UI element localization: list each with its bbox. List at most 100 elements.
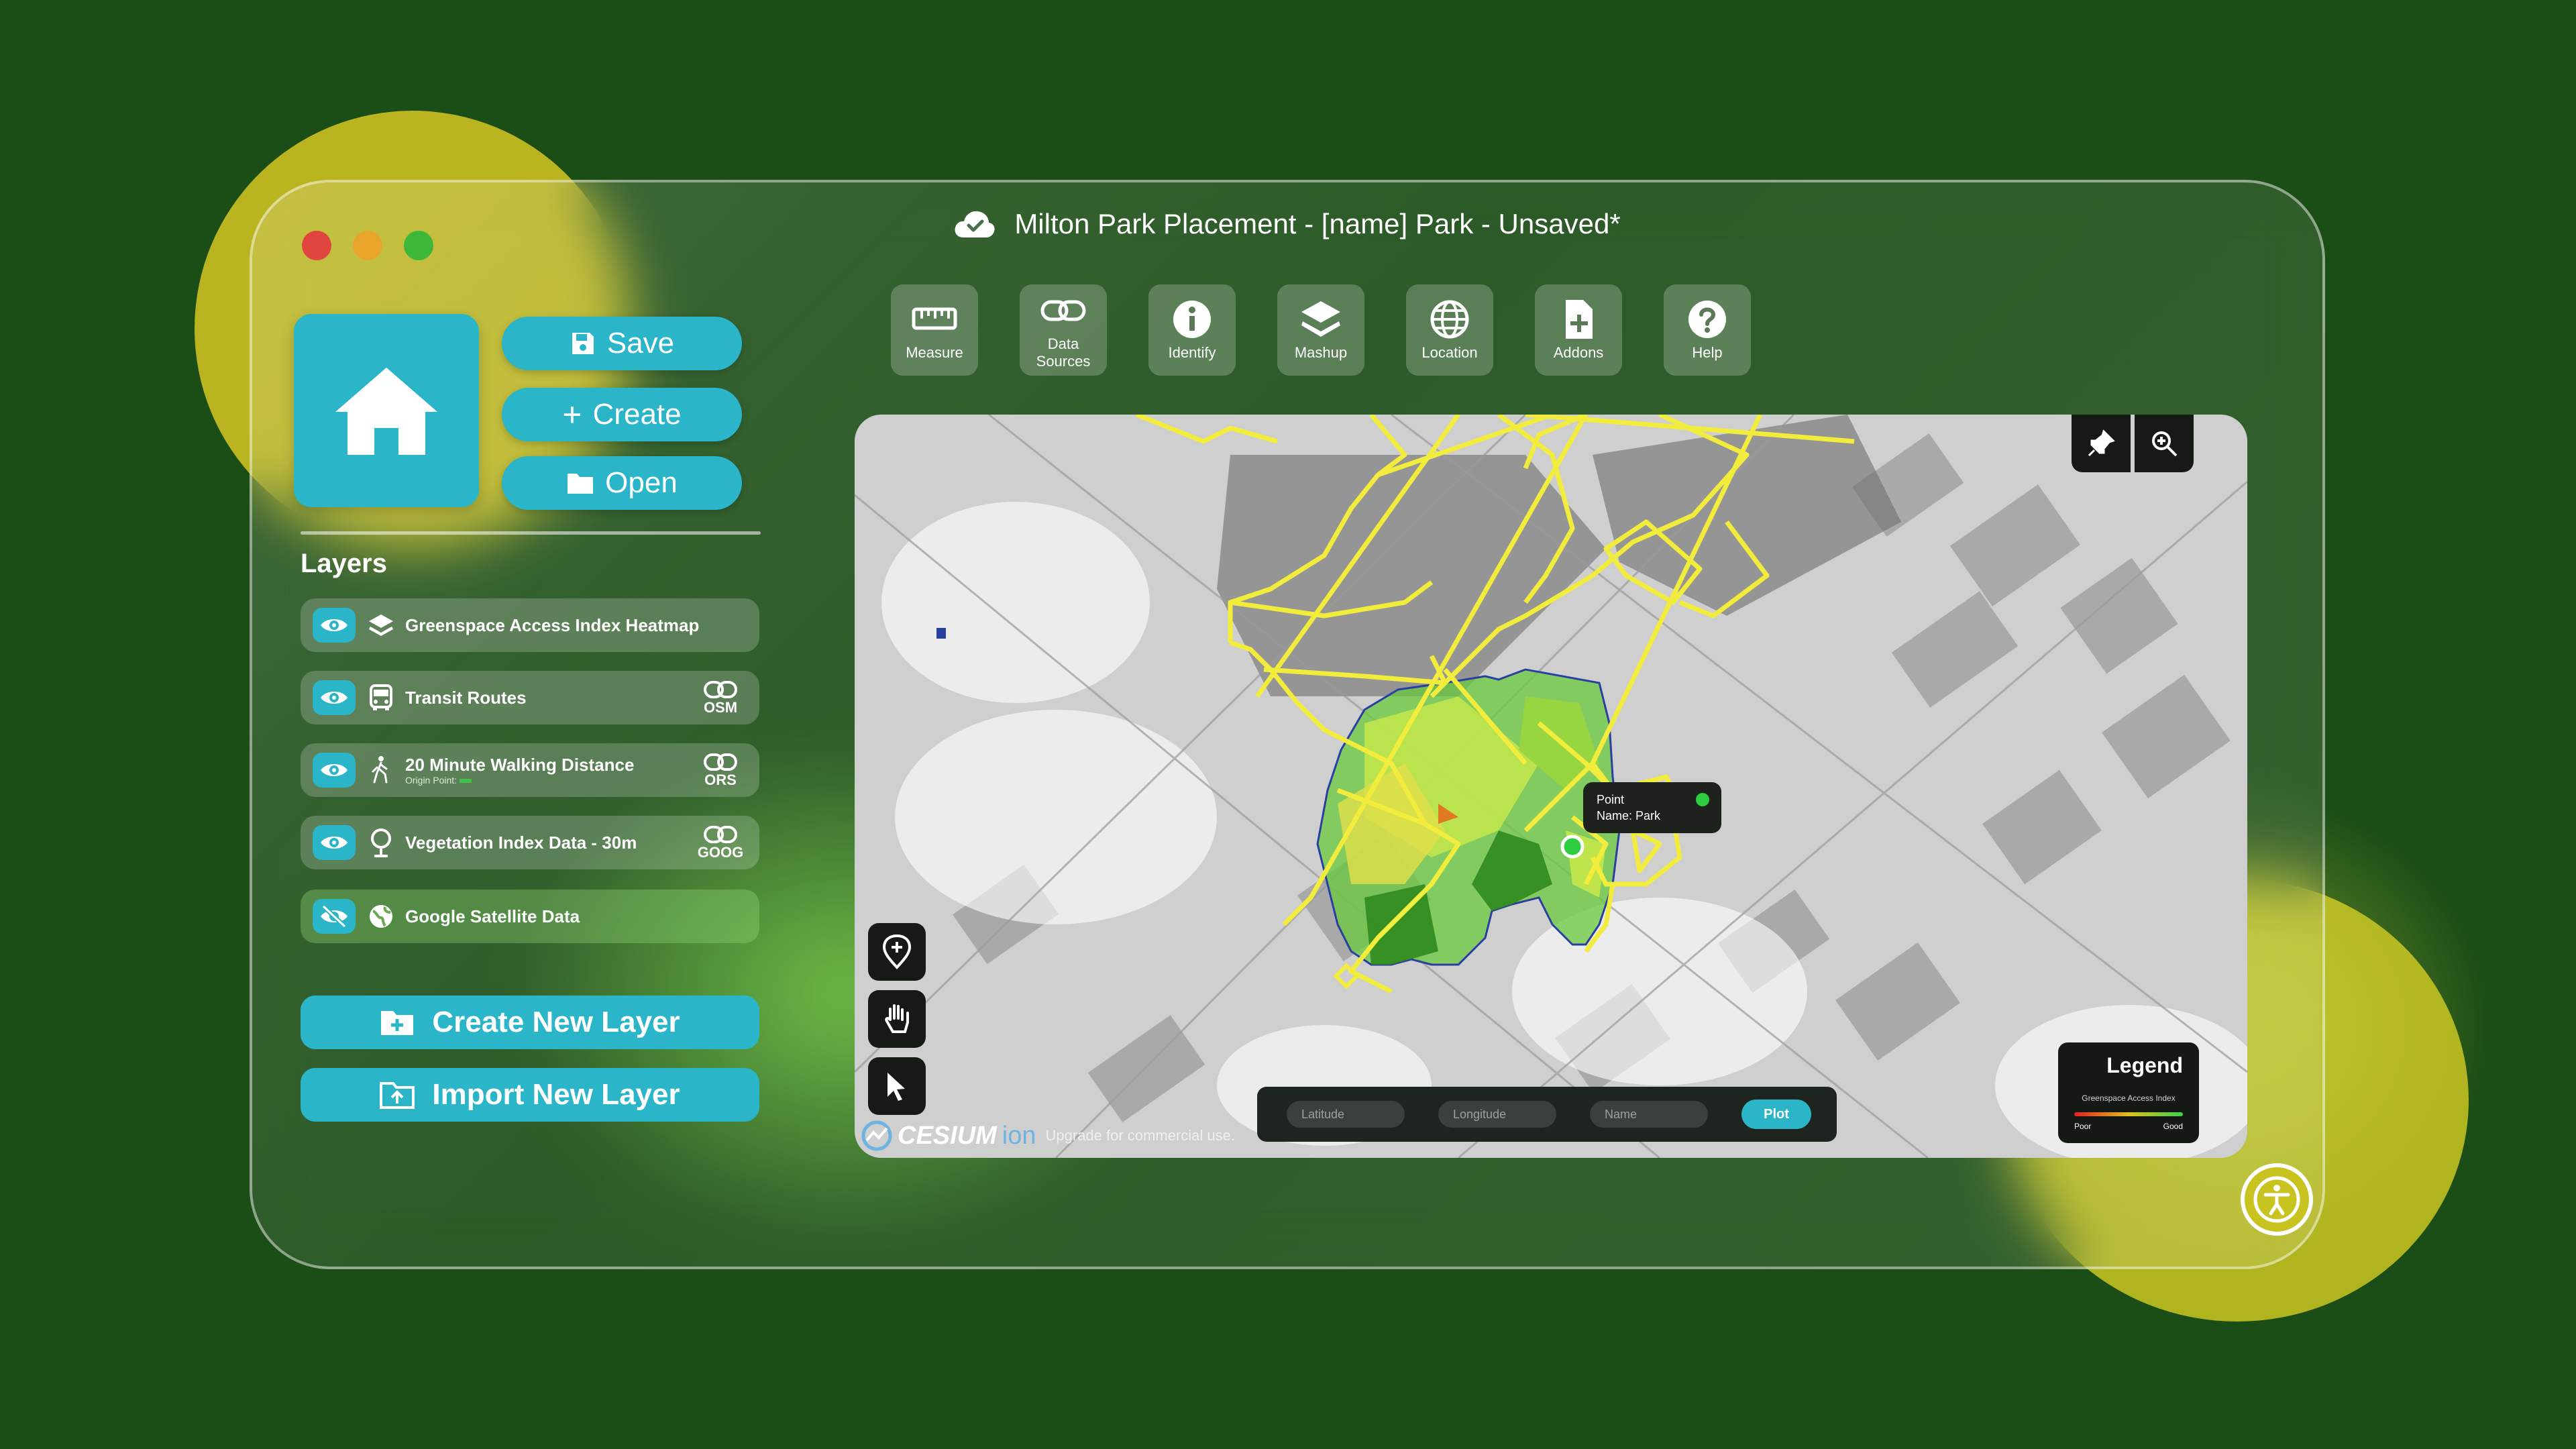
legend-subtitle: Greenspace Access Index: [2082, 1093, 2176, 1103]
point-tooltip: Point Name: Park: [1583, 782, 1721, 833]
visibility-toggle[interactable]: [313, 680, 356, 715]
eye-off-icon: [321, 905, 347, 928]
layer-item[interactable]: Vegetation Index Data - 30m GOOG: [301, 816, 759, 869]
legend-panel: Legend Greenspace Access Index Poor Good: [2058, 1042, 2199, 1143]
accessibility-icon: [2253, 1176, 2300, 1223]
open-label: Open: [605, 466, 678, 499]
attribution-note: Upgrade for commercial use.: [1045, 1127, 1235, 1144]
layer-item[interactable]: Google Satellite Data: [301, 890, 759, 943]
visibility-toggle[interactable]: [313, 899, 356, 934]
eye-icon: [321, 764, 347, 776]
create-button[interactable]: + Create: [502, 388, 742, 441]
hand-icon: [885, 1004, 909, 1033]
import-new-layer-button[interactable]: Import New Layer: [301, 1068, 759, 1122]
walk-icon: [366, 755, 396, 785]
longitude-input[interactable]: Longitude: [1438, 1101, 1556, 1128]
home-button[interactable]: [294, 314, 479, 507]
folder-icon: [568, 474, 594, 494]
pan-tool-button[interactable]: [868, 990, 926, 1048]
layer-label: Greenspace Access Index Heatmap: [405, 615, 700, 635]
source-label: GOOG: [697, 844, 744, 861]
link-icon: [704, 753, 737, 771]
layer-sublabel: Origin Point:: [405, 775, 634, 786]
tool-measure-label: Measure: [906, 344, 963, 361]
source-label: ORS: [704, 771, 737, 788]
tool-data-sources-label-line1: Data: [1047, 335, 1079, 352]
legend-low-label: Poor: [2074, 1122, 2092, 1131]
plot-button[interactable]: Plot: [1741, 1099, 1811, 1129]
eye-icon: [321, 692, 347, 704]
eye-icon: [321, 837, 347, 849]
tool-measure[interactable]: Measure: [891, 284, 978, 376]
source-badge[interactable]: GOOG: [697, 822, 744, 864]
tool-data-sources[interactable]: Data Sources: [1020, 284, 1107, 376]
tool-help-label: Help: [1692, 344, 1723, 361]
name-input[interactable]: Name: [1590, 1101, 1708, 1128]
help-icon: [1688, 301, 1726, 338]
layer-label: 20 Minute Walking Distance: [405, 755, 635, 775]
create-label: Create: [592, 398, 682, 431]
layers-heading: Layers: [301, 549, 387, 578]
layers-icon: [1301, 301, 1340, 337]
create-new-layer-button[interactable]: Create New Layer: [301, 996, 759, 1049]
visibility-toggle[interactable]: [313, 608, 356, 643]
map-attribution[interactable]: CESIUM ion Upgrade for commercial use.: [861, 1120, 1235, 1151]
tool-identify-label: Identify: [1168, 344, 1216, 361]
source-label: OSM: [703, 699, 738, 716]
layer-item[interactable]: Greenspace Access Index Heatmap: [301, 598, 759, 652]
cesium-logo-icon: [861, 1120, 892, 1151]
eye-icon: [321, 619, 347, 631]
file-plus-icon: [1566, 300, 1593, 339]
link-icon: [704, 826, 737, 843]
origin-point-swatch: [459, 779, 472, 784]
source-badge[interactable]: ORS: [699, 750, 742, 792]
tree-icon: [366, 828, 396, 857]
pin-button[interactable]: [2072, 415, 2131, 472]
save-icon: [572, 333, 594, 354]
add-location-button[interactable]: [868, 923, 926, 981]
source-badge[interactable]: OSM: [699, 678, 742, 719]
folder-plus-icon: [381, 1011, 414, 1035]
tool-identify[interactable]: Identify: [1148, 284, 1236, 376]
app-window: Milton Park Placement - [name] Park - Un…: [250, 180, 2325, 1269]
plus-icon: +: [562, 396, 582, 433]
cursor-icon: [888, 1073, 905, 1101]
tool-data-sources-label-line2: Sources: [1036, 353, 1091, 370]
layer-label: Transit Routes: [405, 688, 527, 708]
select-tool-button[interactable]: [868, 1057, 926, 1115]
tool-help[interactable]: Help: [1664, 284, 1751, 376]
latitude-input[interactable]: Latitude: [1287, 1101, 1405, 1128]
layer-label: Google Satellite Data: [405, 906, 580, 926]
attribution-brand: CESIUM: [898, 1121, 997, 1150]
link-icon: [704, 681, 737, 698]
visibility-toggle[interactable]: [313, 753, 356, 788]
accessibility-button[interactable]: [2241, 1163, 2313, 1236]
tool-location[interactable]: Location: [1406, 284, 1493, 376]
divider: [301, 531, 761, 535]
zoom-in-button[interactable]: [2135, 415, 2194, 472]
window-title: Milton Park Placement - [name] Park - Un…: [1014, 208, 1621, 239]
globe-icon: [366, 902, 396, 931]
open-button[interactable]: Open: [502, 456, 742, 510]
home-icon: [335, 368, 437, 455]
layer-label-group: 20 Minute Walking Distance Origin Point:: [405, 755, 634, 786]
tool-addons[interactable]: Addons: [1535, 284, 1622, 376]
origin-point-label: Origin Point:: [405, 775, 458, 786]
coordinate-bar: Latitude Longitude Name Plot: [1257, 1087, 1837, 1142]
layer-label: Vegetation Index Data - 30m: [405, 833, 637, 853]
tool-mashup[interactable]: Mashup: [1277, 284, 1364, 376]
legend-title: Legend: [2106, 1053, 2183, 1077]
stack-icon: [366, 610, 396, 640]
save-button[interactable]: Save: [502, 317, 742, 370]
visibility-toggle[interactable]: [313, 825, 356, 860]
attribution-ion: ion: [1002, 1121, 1036, 1150]
import-new-layer-label: Import New Layer: [432, 1078, 680, 1111]
map-pin-plus-icon: [882, 934, 912, 969]
map-viewport[interactable]: Point Name: Park Latitude Longitude Name…: [855, 415, 2247, 1158]
layer-item[interactable]: Transit Routes OSM: [301, 671, 759, 724]
legend-high-label: Good: [2163, 1122, 2183, 1131]
layer-item[interactable]: 20 Minute Walking Distance Origin Point:…: [301, 743, 759, 797]
create-new-layer-label: Create New Layer: [432, 1006, 680, 1038]
bus-icon: [366, 683, 396, 712]
pin-icon: [2088, 429, 2115, 457]
